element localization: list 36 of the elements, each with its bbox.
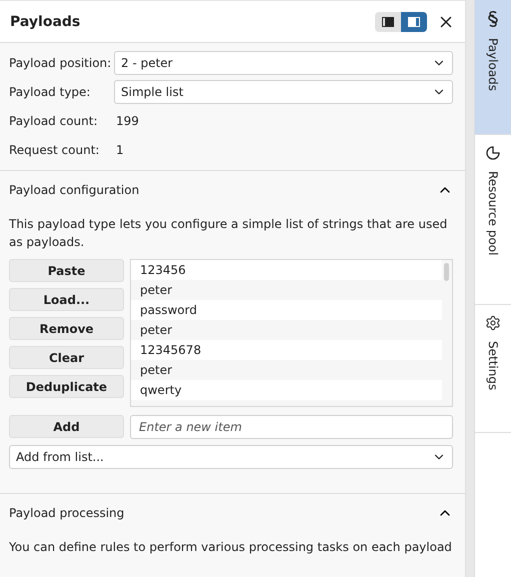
list-action-button[interactable]: Paste bbox=[9, 259, 124, 282]
section-description: You can define rules to perform various processing tasks on each payload bbox=[9, 539, 453, 556]
list-action-button[interactable]: Load... bbox=[9, 288, 124, 311]
scrollbar-thumb[interactable] bbox=[444, 263, 449, 281]
list-action-button[interactable]: Remove bbox=[9, 317, 124, 340]
section-description: This payload type lets you configure a simple list of strings that are used as payloads. bbox=[9, 216, 448, 251]
list-item[interactable]: 123456 bbox=[131, 260, 442, 280]
scrollbar[interactable] bbox=[466, 0, 474, 577]
dropdown[interactable]: Simple list bbox=[114, 80, 453, 104]
list-item[interactable]: qwerty bbox=[131, 380, 442, 400]
field-label: Payload position: bbox=[9, 56, 112, 70]
field-label: Payload count: bbox=[9, 114, 99, 128]
field-label: Payload type: bbox=[9, 85, 92, 99]
dropdown[interactable]: 2 - peter bbox=[114, 51, 453, 75]
layout-toggle-button[interactable] bbox=[375, 12, 401, 32]
layout-toggle-button[interactable] bbox=[401, 12, 427, 32]
list-item[interactable]: 12345678 bbox=[131, 340, 442, 360]
side-tab[interactable]: Payloads bbox=[475, 0, 511, 135]
section-title: Payload processing bbox=[9, 506, 124, 520]
sidebar-left-icon bbox=[382, 16, 394, 26]
list-action-button[interactable]: Clear bbox=[9, 346, 124, 369]
settings-icon bbox=[485, 315, 501, 331]
field-value: 1 bbox=[115, 143, 124, 157]
field-value: 199 bbox=[115, 114, 139, 128]
panel-title: Payloads bbox=[10, 14, 82, 30]
field-label: Request count: bbox=[9, 143, 100, 157]
pie-chart-icon bbox=[485, 145, 501, 161]
list-item[interactable]: password bbox=[131, 300, 442, 320]
dropdown[interactable]: Add from list... bbox=[9, 445, 453, 469]
section-sign-icon bbox=[486, 10, 500, 28]
sidebar-right-icon bbox=[408, 16, 420, 26]
section-title: Payload configuration bbox=[9, 183, 140, 197]
list-action-button[interactable]: Deduplicate bbox=[9, 375, 124, 398]
add-button[interactable]: Add bbox=[9, 415, 124, 438]
input-field[interactable]: Enter a new item bbox=[130, 415, 453, 439]
payload-list[interactable]: 123456 peter password peter 12345678 peter qwerty bbox=[130, 259, 453, 407]
